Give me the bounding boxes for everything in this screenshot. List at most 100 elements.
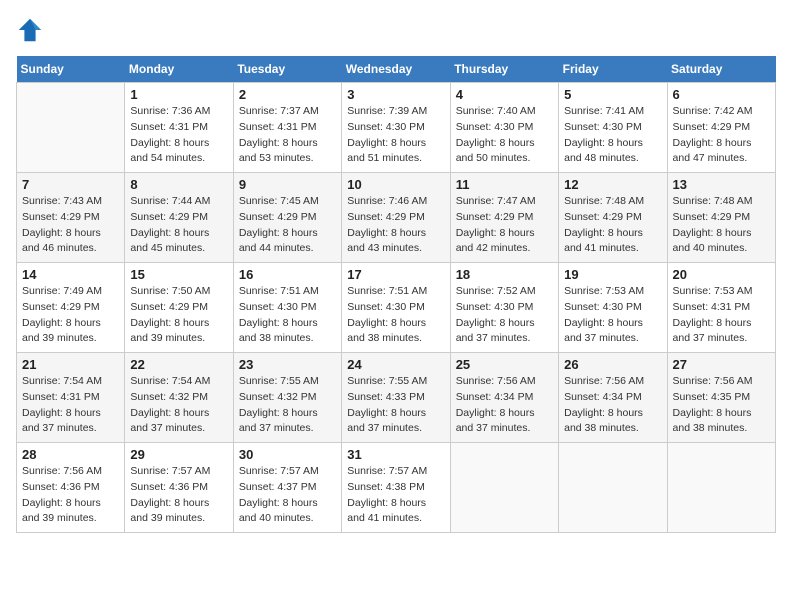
day-info: Sunrise: 7:53 AMSunset: 4:31 PMDaylight:… [673, 284, 770, 347]
logo-icon [16, 16, 44, 44]
daylight-text: Daylight: 8 hours [564, 316, 661, 332]
daylight-text-cont: and 47 minutes. [673, 151, 770, 167]
calendar-cell: 18 Sunrise: 7:52 AMSunset: 4:30 PMDayligh… [450, 263, 558, 353]
calendar-week-row: 7 Sunrise: 7:43 AMSunset: 4:29 PMDaylight… [17, 173, 776, 263]
day-number: 6 [673, 87, 770, 102]
daylight-text-cont: and 38 minutes. [564, 421, 661, 437]
day-number: 23 [239, 357, 336, 372]
column-header-thursday: Thursday [450, 56, 558, 83]
sunrise-text: Sunrise: 7:54 AM [22, 374, 119, 390]
sunset-text: Sunset: 4:31 PM [22, 390, 119, 406]
calendar-cell: 20 Sunrise: 7:53 AMSunset: 4:31 PMDayligh… [667, 263, 775, 353]
calendar-cell: 22Sunrise: 7:54 AMSunset: 4:32 PMDayligh… [125, 353, 233, 443]
calendar-cell: 10Sunrise: 7:46 AMSunset: 4:29 PMDayligh… [342, 173, 450, 263]
calendar-cell: 11Sunrise: 7:47 AMSunset: 4:29 PMDayligh… [450, 173, 558, 263]
sunset-text: Sunset: 4:30 PM [347, 120, 444, 136]
daylight-text: Daylight: 8 hours [347, 226, 444, 242]
daylight-text: Daylight: 8 hours [347, 316, 444, 332]
day-number: 2 [239, 87, 336, 102]
daylight-text: Daylight: 8 hours [22, 406, 119, 422]
daylight-text-cont: and 38 minutes. [673, 421, 770, 437]
day-number: 3 [347, 87, 444, 102]
day-info: Sunrise: 7:49 AMSunset: 4:29 PMDaylight:… [22, 284, 119, 347]
calendar-table: SundayMondayTuesdayWednesdayThursdayFrid… [16, 56, 776, 533]
daylight-text: Daylight: 8 hours [239, 316, 336, 332]
calendar-cell: 17Sunrise: 7:51 AMSunset: 4:30 PMDayligh… [342, 263, 450, 353]
calendar-week-row: 14Sunrise: 7:49 AMSunset: 4:29 PMDayligh… [17, 263, 776, 353]
day-number: 27 [673, 357, 770, 372]
calendar-week-row: 28Sunrise: 7:56 AMSunset: 4:36 PMDayligh… [17, 443, 776, 533]
calendar-cell: 15Sunrise: 7:50 AMSunset: 4:29 PMDayligh… [125, 263, 233, 353]
daylight-text: Daylight: 8 hours [673, 406, 770, 422]
sunrise-text: Sunrise: 7:37 AM [239, 104, 336, 120]
daylight-text-cont: and 51 minutes. [347, 151, 444, 167]
sunrise-text: Sunrise: 7:36 AM [130, 104, 227, 120]
sunrise-text: Sunrise: 7:57 AM [239, 464, 336, 480]
calendar-cell: 27Sunrise: 7:56 AMSunset: 4:35 PMDayligh… [667, 353, 775, 443]
sunrise-text: Sunrise: 7:53 AM [673, 284, 770, 300]
day-number: 4 [456, 87, 553, 102]
day-number: 16 [239, 267, 336, 282]
sunset-text: Sunset: 4:30 PM [564, 120, 661, 136]
day-info: Sunrise: 7:42 AMSunset: 4:29 PMDaylight:… [673, 104, 770, 167]
sunset-text: Sunset: 4:31 PM [130, 120, 227, 136]
sunrise-text: Sunrise: 7:56 AM [456, 374, 553, 390]
calendar-cell: 28Sunrise: 7:56 AMSunset: 4:36 PMDayligh… [17, 443, 125, 533]
calendar-cell: 29Sunrise: 7:57 AMSunset: 4:36 PMDayligh… [125, 443, 233, 533]
day-info: Sunrise: 7:51 AMSunset: 4:30 PMDaylight:… [347, 284, 444, 347]
sunrise-text: Sunrise: 7:46 AM [347, 194, 444, 210]
column-header-friday: Friday [559, 56, 667, 83]
sunrise-text: Sunrise: 7:51 AM [347, 284, 444, 300]
daylight-text: Daylight: 8 hours [347, 406, 444, 422]
day-info: Sunrise: 7:54 AMSunset: 4:31 PMDaylight:… [22, 374, 119, 437]
daylight-text: Daylight: 8 hours [130, 316, 227, 332]
daylight-text-cont: and 44 minutes. [239, 241, 336, 257]
sunrise-text: Sunrise: 7:47 AM [456, 194, 553, 210]
day-number: 21 [22, 357, 119, 372]
day-number: 20 [673, 267, 770, 282]
sunset-text: Sunset: 4:29 PM [673, 210, 770, 226]
day-info: Sunrise: 7:37 AMSunset: 4:31 PMDaylight:… [239, 104, 336, 167]
day-info: Sunrise: 7:46 AMSunset: 4:29 PMDaylight:… [347, 194, 444, 257]
day-number: 19 [564, 267, 661, 282]
column-header-saturday: Saturday [667, 56, 775, 83]
sunrise-text: Sunrise: 7:40 AM [456, 104, 553, 120]
daylight-text-cont: and 39 minutes. [130, 331, 227, 347]
daylight-text-cont: and 43 minutes. [347, 241, 444, 257]
sunrise-text: Sunrise: 7:45 AM [239, 194, 336, 210]
sunset-text: Sunset: 4:30 PM [456, 120, 553, 136]
day-info: Sunrise: 7:48 AMSunset: 4:29 PMDaylight:… [564, 194, 661, 257]
calendar-cell: 25Sunrise: 7:56 AMSunset: 4:34 PMDayligh… [450, 353, 558, 443]
day-number: 13 [673, 177, 770, 192]
sunrise-text: Sunrise: 7:52 AM [456, 284, 553, 300]
day-number: 24 [347, 357, 444, 372]
calendar-cell: 5Sunrise: 7:41 AMSunset: 4:30 PMDaylight… [559, 83, 667, 173]
calendar-cell: 31Sunrise: 7:57 AMSunset: 4:38 PMDayligh… [342, 443, 450, 533]
day-info: Sunrise: 7:39 AMSunset: 4:30 PMDaylight:… [347, 104, 444, 167]
sunrise-text: Sunrise: 7:50 AM [130, 284, 227, 300]
daylight-text: Daylight: 8 hours [239, 496, 336, 512]
daylight-text-cont: and 38 minutes. [239, 331, 336, 347]
sunset-text: Sunset: 4:29 PM [130, 300, 227, 316]
daylight-text: Daylight: 8 hours [22, 496, 119, 512]
daylight-text-cont: and 46 minutes. [22, 241, 119, 257]
daylight-text-cont: and 40 minutes. [239, 511, 336, 527]
calendar-cell: 12Sunrise: 7:48 AMSunset: 4:29 PMDayligh… [559, 173, 667, 263]
daylight-text: Daylight: 8 hours [22, 226, 119, 242]
sunset-text: Sunset: 4:32 PM [239, 390, 336, 406]
sunrise-text: Sunrise: 7:49 AM [22, 284, 119, 300]
day-number: 11 [456, 177, 553, 192]
day-info: Sunrise: 7:43 AMSunset: 4:29 PMDaylight:… [22, 194, 119, 257]
day-info: Sunrise: 7:52 AMSunset: 4:30 PMDaylight:… [456, 284, 553, 347]
sunset-text: Sunset: 4:30 PM [564, 300, 661, 316]
daylight-text: Daylight: 8 hours [239, 226, 336, 242]
day-number: 30 [239, 447, 336, 462]
sunrise-text: Sunrise: 7:39 AM [347, 104, 444, 120]
daylight-text-cont: and 50 minutes. [456, 151, 553, 167]
calendar-cell: 8Sunrise: 7:44 AMSunset: 4:29 PMDaylight… [125, 173, 233, 263]
day-number: 18 [456, 267, 553, 282]
day-info: Sunrise: 7:40 AMSunset: 4:30 PMDaylight:… [456, 104, 553, 167]
sunset-text: Sunset: 4:29 PM [347, 210, 444, 226]
day-number: 7 [22, 177, 119, 192]
daylight-text: Daylight: 8 hours [239, 136, 336, 152]
